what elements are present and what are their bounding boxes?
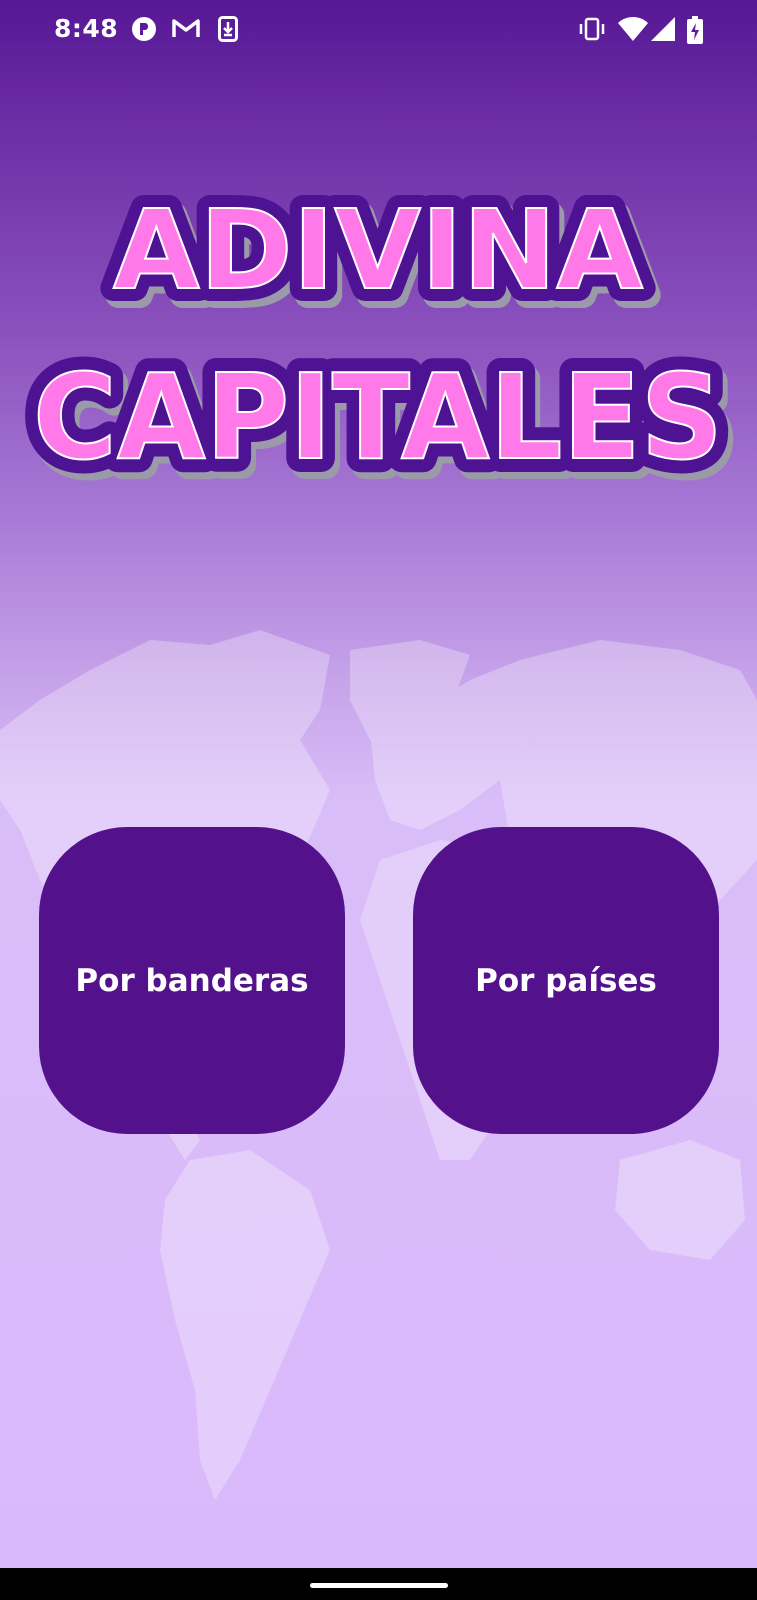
by-flags-label: Por banderas [75,962,309,999]
wifi-icon [618,17,648,41]
battery-charging-icon [687,16,703,44]
logo-line1: ADIVINA [113,186,643,314]
home-gesture-handle[interactable] [310,1583,448,1588]
navigation-bar [0,1568,757,1600]
app-screen: 8:48 ADIVINA ADIVINA ADIVINA CAPITALES C… [0,0,757,1568]
gmail-icon [172,19,200,37]
by-countries-label: Por países [475,962,657,999]
download-icon [218,16,238,42]
vibrate-icon [579,17,605,41]
app-notification-icon [132,17,156,41]
logo-line2: CAPITALES [33,348,723,486]
status-bar: 8:48 [0,0,757,64]
app-logo: ADIVINA ADIVINA ADIVINA CAPITALES CAPITA… [19,173,742,507]
status-time: 8:48 [54,14,119,43]
cell-signal-icon [651,17,675,41]
by-countries-button[interactable]: Por países [413,827,719,1134]
by-flags-button[interactable]: Por banderas [39,827,345,1134]
